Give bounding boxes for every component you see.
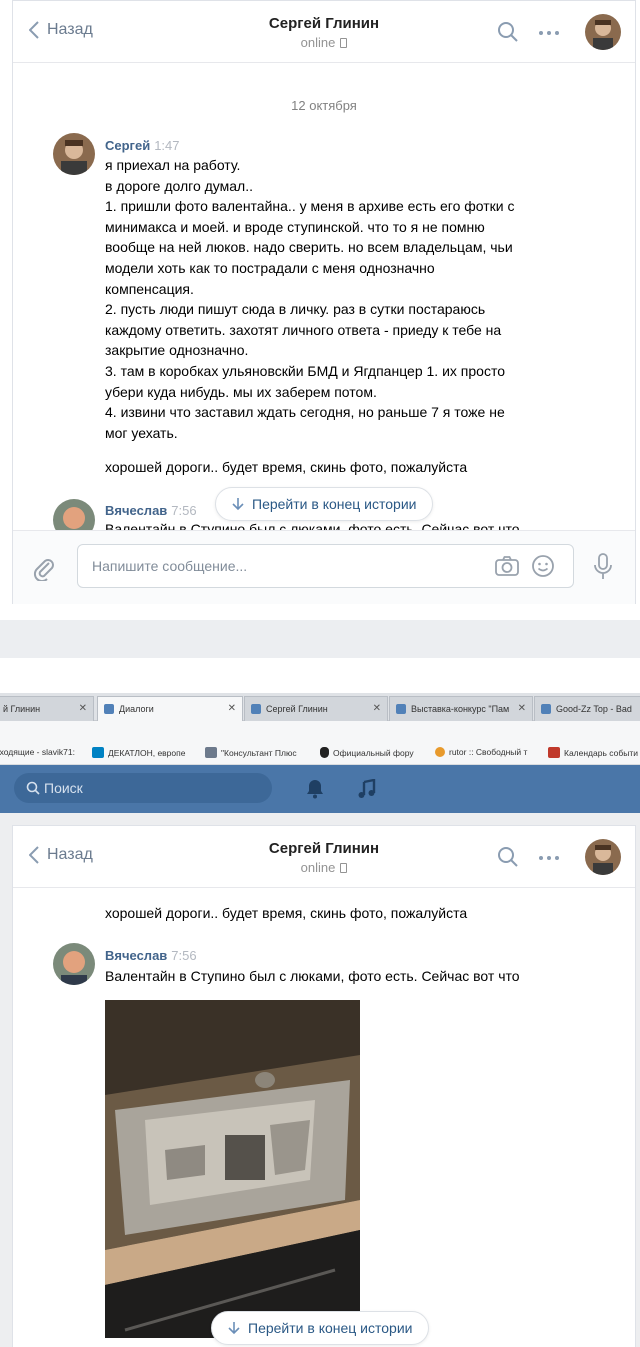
search-icon[interactable] <box>497 21 519 48</box>
screenshot-divider <box>0 620 640 658</box>
smile-icon[interactable] <box>531 554 555 583</box>
close-icon[interactable]: ✕ <box>373 703 381 714</box>
vk-search-field[interactable]: Поиск <box>14 773 272 803</box>
more-icon[interactable] <box>539 31 559 35</box>
jump-to-end-button[interactable]: Перейти в конец истории <box>211 1311 430 1345</box>
chat-status: online <box>13 35 635 50</box>
dialog-panel-top: Назад Сергей Глинин online 12 октября Се… <box>12 0 636 604</box>
browser-tab-active[interactable]: Диалоги ✕ <box>97 696 243 721</box>
bookmark-item[interactable]: "Консультант Плюс <box>205 747 297 758</box>
avatar[interactable] <box>53 133 95 175</box>
music-icon[interactable] <box>358 778 376 804</box>
chat-header: Назад Сергей Глинин online <box>13 826 635 888</box>
vk-search-placeholder: Поиск <box>44 780 83 796</box>
chat-status: online <box>13 860 635 875</box>
jump-to-end-label: Перейти в конец истории <box>248 1320 413 1336</box>
message-time: 7:56 <box>171 503 197 518</box>
message-author[interactable]: Вячеслав 7:56 <box>105 503 197 518</box>
video-icon <box>541 704 551 714</box>
shield-icon <box>320 747 329 758</box>
message-composer: Напишите сообщение... <box>13 530 635 604</box>
bookmarks-bar: Входящие - slavik71: ДЕКАТЛОН, европе "К… <box>0 741 640 765</box>
message-author[interactable]: Вячеслав 7:56 <box>105 948 197 963</box>
vk-top-bar: Поиск <box>0 765 640 813</box>
mobile-icon <box>340 863 348 873</box>
attach-icon[interactable] <box>33 555 55 586</box>
interlocutor-avatar[interactable] <box>585 839 621 875</box>
address-bar-area <box>0 721 640 741</box>
camera-icon[interactable] <box>494 555 520 582</box>
search-icon <box>26 781 40 795</box>
vk-icon <box>251 704 261 714</box>
avatar[interactable] <box>53 943 95 985</box>
jump-to-end-label: Перейти в конец истории <box>252 496 417 512</box>
message-text: Валентайн в Ступино был с люками, фото е… <box>105 968 520 984</box>
chat-title[interactable]: Сергей Глинин <box>13 15 635 32</box>
chat-header: Назад Сергей Глинин online <box>13 1 635 63</box>
browser-tab[interactable]: Сергей Глинин ✕ <box>244 696 388 721</box>
vk-icon <box>396 704 406 714</box>
date-separator: 12 октября <box>291 98 357 113</box>
rutor-icon <box>435 747 445 757</box>
message-text: хорошей дороги.. будет время, скинь фото… <box>105 459 468 475</box>
more-icon[interactable] <box>539 856 559 860</box>
browser-tab[interactable]: Выставка-конкурс "Пам ✕ <box>389 696 533 721</box>
message-input[interactable]: Напишите сообщение... <box>77 544 574 588</box>
message-author[interactable]: Сергей 1:47 <box>105 138 180 153</box>
decathlon-icon <box>92 747 104 758</box>
bell-icon[interactable] <box>306 779 324 804</box>
search-icon[interactable] <box>497 846 519 873</box>
vk-icon <box>104 704 114 714</box>
arrow-down-icon <box>232 498 244 511</box>
chat-title[interactable]: Сергей Глинин <box>13 840 635 857</box>
bookmark-item[interactable]: Календарь событи <box>548 747 638 758</box>
close-icon[interactable]: ✕ <box>228 703 236 714</box>
close-icon[interactable]: ✕ <box>518 703 526 714</box>
bookmark-item[interactable]: ДЕКАТЛОН, европе <box>92 747 185 758</box>
bookmark-item[interactable]: Официальный фору <box>320 747 414 758</box>
microphone-icon[interactable] <box>593 553 613 586</box>
arrow-down-icon <box>228 1322 240 1335</box>
jump-to-end-button[interactable]: Перейти в конец истории <box>215 487 434 521</box>
attached-photo[interactable] <box>105 1000 360 1338</box>
close-icon[interactable]: ✕ <box>79 703 87 714</box>
bookmark-item[interactable]: rutor :: Свободный т <box>435 747 527 757</box>
browser-tab-strip: й Глинин ✕ Диалоги ✕ Сергей Глинин ✕ Выстав… <box>0 693 640 721</box>
message-text: я приехал на работу. в дороге долго дума… <box>105 157 515 441</box>
browser-tab[interactable]: й Глинин ✕ <box>0 696 94 721</box>
message-time: 1:47 <box>154 138 180 153</box>
browser-tab[interactable]: Good-Zz Top - Bad <box>534 696 640 721</box>
calendar-icon <box>548 747 560 758</box>
message-text: хорошей дороги.. будет время, скинь фото… <box>105 905 468 921</box>
mobile-icon <box>340 38 348 48</box>
message-time: 7:56 <box>171 948 197 963</box>
bookmark-item[interactable]: Входящие - slavik71: <box>0 747 75 757</box>
interlocutor-avatar[interactable] <box>585 14 621 50</box>
consultant-icon <box>205 747 217 758</box>
message-input-placeholder: Напишите сообщение... <box>92 558 248 574</box>
